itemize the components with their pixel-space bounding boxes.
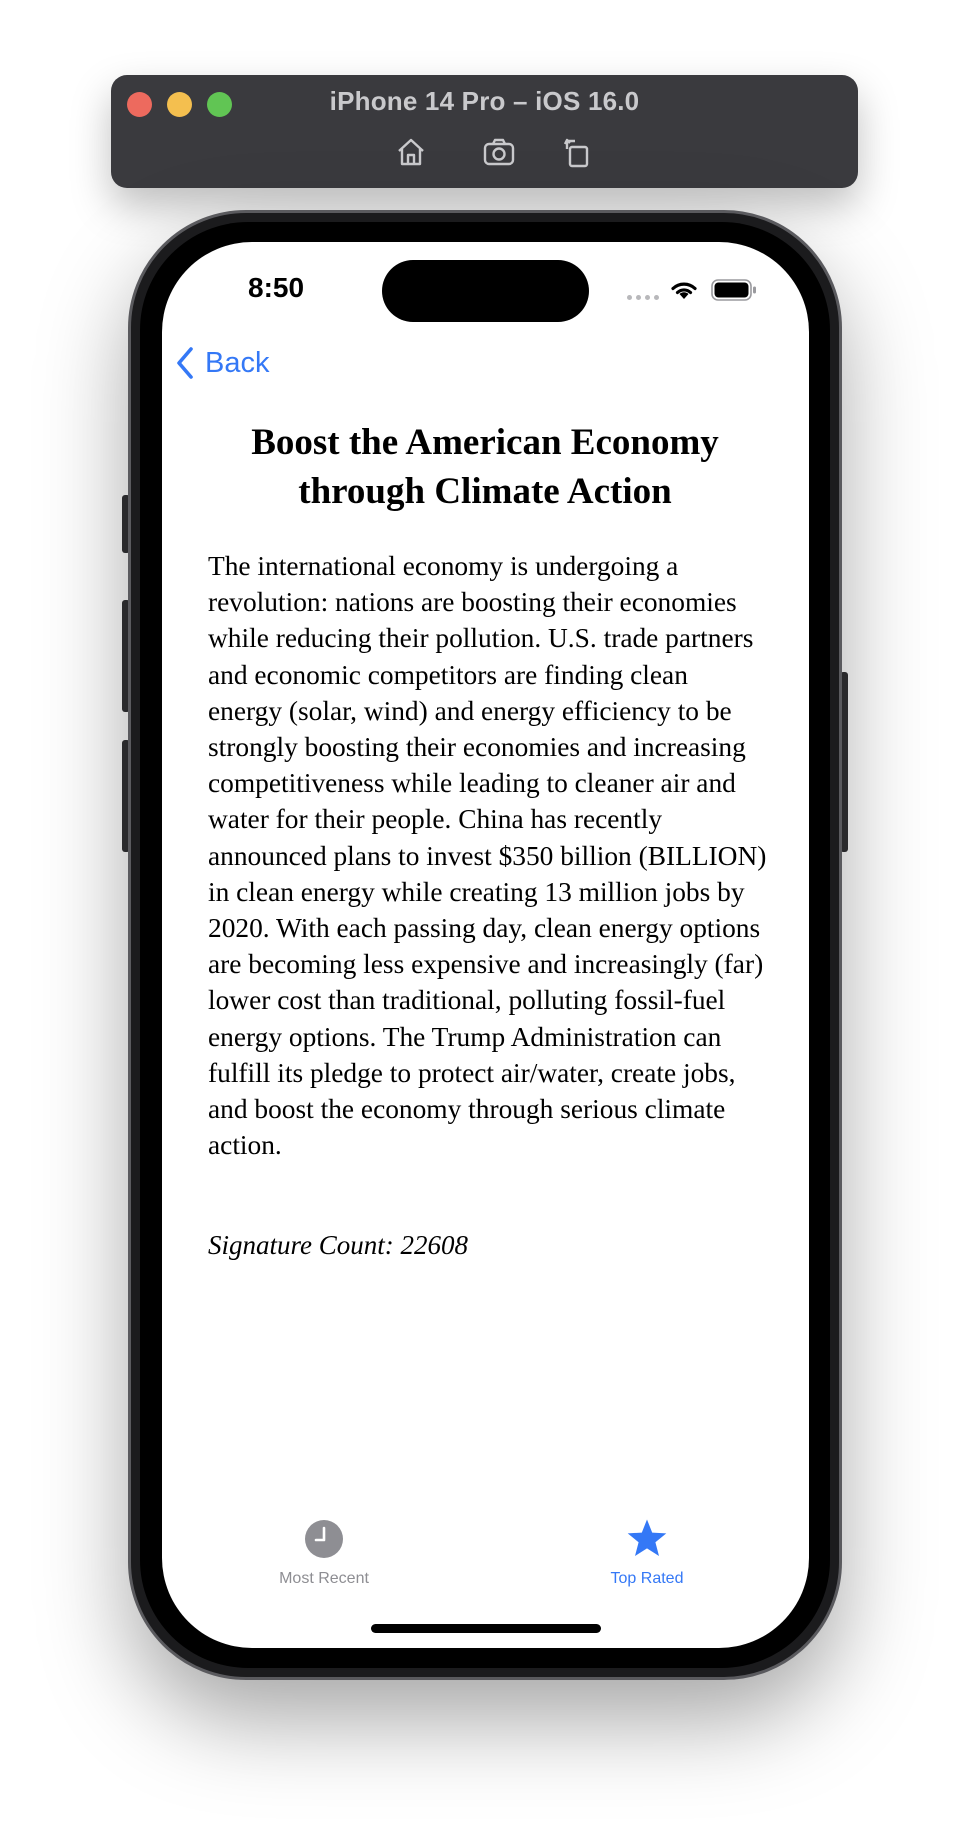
signature-count: Signature Count: 22608 — [208, 1230, 468, 1260]
battery-icon — [711, 279, 756, 301]
screenshot-icon[interactable] — [479, 132, 519, 172]
cellular-dots-icon — [627, 295, 659, 300]
petition-title: Boost the American Economy through Clima… — [251, 422, 719, 512]
home-icon[interactable] — [391, 132, 431, 172]
tab-label: Most Recent — [279, 1570, 369, 1587]
dynamic-island — [382, 260, 589, 322]
clock-icon — [305, 1520, 343, 1558]
star-icon — [627, 1519, 667, 1556]
back-button-label: Back — [205, 346, 270, 379]
petition-body: The international economy is undergoing … — [208, 551, 767, 1161]
simulator-window: iPhone 14 Pro – iOS 16.0 8:50 Back Boost… — [0, 0, 970, 1828]
chevron-left-icon — [177, 347, 193, 379]
rotate-icon[interactable] — [558, 132, 598, 172]
tab-label: Top Rated — [610, 1570, 684, 1587]
home-indicator — [371, 1624, 601, 1633]
wifi-icon — [671, 282, 697, 299]
back-button[interactable]: Back — [175, 346, 269, 380]
tab-most-recent[interactable]: Most Recent — [244, 1518, 404, 1588]
status-time: 8:50 — [248, 272, 305, 303]
simulator-title: iPhone 14 Pro – iOS 16.0 — [329, 86, 640, 116]
tab-top-rated[interactable]: Top Rated — [567, 1518, 727, 1588]
